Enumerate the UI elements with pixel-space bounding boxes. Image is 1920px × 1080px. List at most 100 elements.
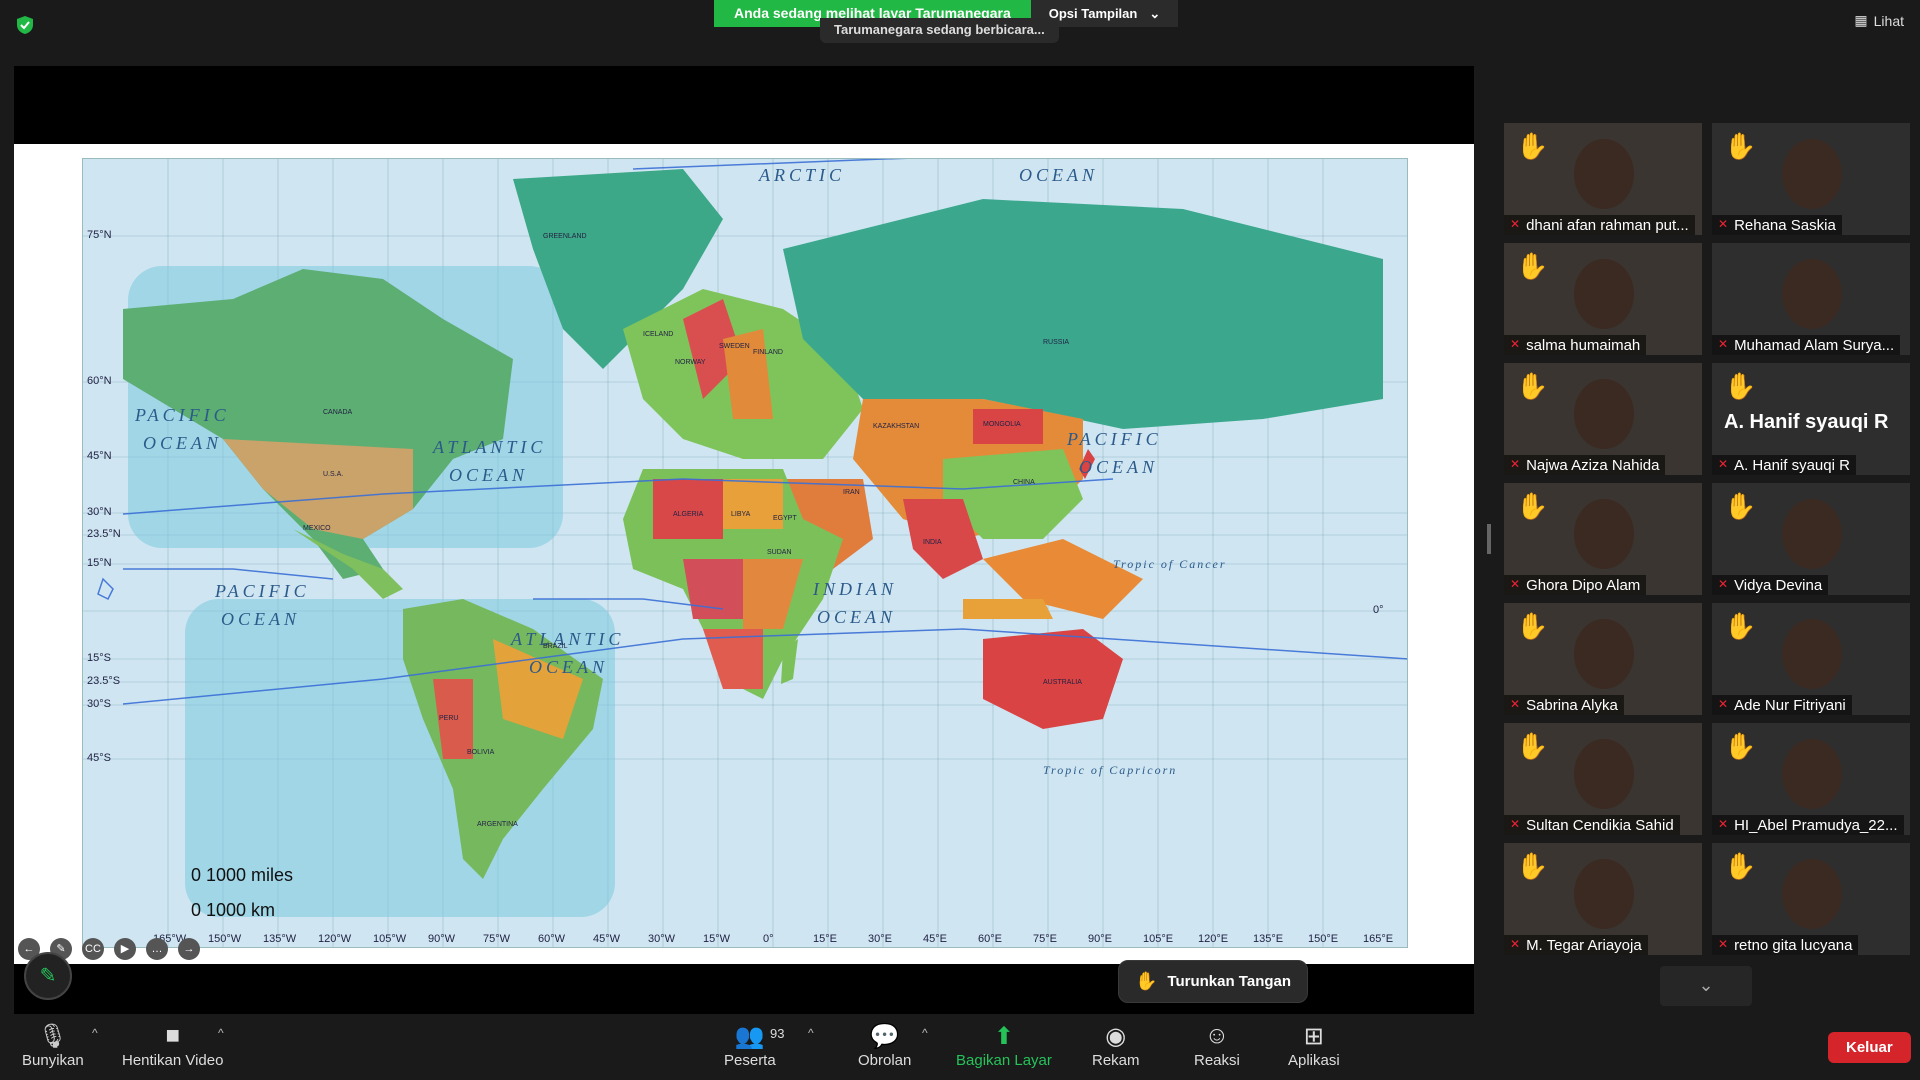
raised-hand-icon: ✋ <box>1724 851 1757 881</box>
participants-button[interactable]: 👥 Peserta <box>724 1022 776 1069</box>
participant-tile[interactable]: ✋ ✕ salma humaimah <box>1504 243 1702 355</box>
reactions-button[interactable]: ☺ Reaksi <box>1194 1022 1240 1069</box>
raised-hand-icon: ✋ <box>1516 851 1549 881</box>
slide: ARCTIC OCEAN PACIFIC OCEAN ATLANTIC OCEA… <box>14 144 1474 964</box>
ocean-label: PACIFIC <box>215 581 310 601</box>
record-button[interactable]: ◉ Rekam <box>1092 1022 1140 1069</box>
lower-hand-button[interactable]: ✋ Turunkan Tangan <box>1118 960 1309 1003</box>
country-label: MONGOLIA <box>983 421 1021 428</box>
forward-arrow-icon[interactable]: → <box>178 938 200 960</box>
participant-video <box>1574 379 1634 449</box>
shared-screen[interactable]: ARCTIC OCEAN PACIFIC OCEAN ATLANTIC OCEA… <box>14 66 1474 1014</box>
participant-name: Sultan Cendikia Sahid <box>1526 817 1674 834</box>
ocean-label: OCEAN <box>1019 165 1099 185</box>
lon-label: 15°E <box>813 933 837 945</box>
raised-hand-icon: ✋ <box>1724 371 1757 401</box>
audio-options-caret[interactable]: ^ <box>92 1026 98 1040</box>
video-options-caret[interactable]: ^ <box>218 1026 224 1040</box>
gallery-scroll-down-button[interactable]: ⌄ <box>1660 966 1752 1006</box>
record-icon: ◉ <box>1105 1023 1127 1050</box>
participant-tile[interactable]: ✋ ✕ M. Tegar Ariayoja <box>1504 843 1702 955</box>
raised-hand-icon: ✋ <box>1516 731 1549 761</box>
mic-muted-icon: ✕ <box>1510 697 1521 711</box>
view-button[interactable]: ▦ Lihat <box>1854 12 1904 29</box>
ocean-label: INDIAN <box>813 579 897 599</box>
participant-tile[interactable]: ✋ A. Hanif syauqi R ✕ A. Hanif syauqi R <box>1712 363 1910 475</box>
country-label: RUSSIA <box>1043 339 1070 346</box>
mic-muted-icon: ✕ <box>1718 937 1729 951</box>
lat-label: 30°S <box>87 698 111 710</box>
raised-hand-icon: ✋ <box>1516 251 1549 281</box>
ocean-label: OCEAN <box>143 433 223 453</box>
share-screen-label: Bagikan Layar <box>956 1052 1052 1069</box>
participant-tile[interactable]: ✋ ✕ Ade Nur Fitriyani <box>1712 603 1910 715</box>
participant-name-bar: ✕ Sabrina Alyka <box>1504 695 1624 715</box>
country-label: GREENLAND <box>543 233 587 240</box>
lat-label: 60°N <box>87 375 112 387</box>
chat-caret[interactable]: ^ <box>922 1026 928 1040</box>
participant-name-bar: ✕ A. Hanif syauqi R <box>1712 455 1856 475</box>
grid-icon: ▦ <box>1854 12 1868 28</box>
leave-button[interactable]: Keluar <box>1828 1032 1911 1063</box>
participant-tile[interactable]: ✋ ✕ retno gita lucyana <box>1712 843 1910 955</box>
participant-tile[interactable]: ✋ ✕ Rehana Saskia <box>1712 123 1910 235</box>
participant-tile[interactable]: ✕ Muhamad Alam Surya... <box>1712 243 1910 355</box>
participant-name: A. Hanif syauqi R <box>1734 457 1850 474</box>
stop-video-button[interactable]: ■ Hentikan Video <box>122 1022 223 1069</box>
unmute-button[interactable]: 🎙 Bunyikan <box>22 1022 84 1069</box>
lower-hand-label: Turunkan Tangan <box>1167 973 1292 990</box>
annotate-pen-button[interactable]: ✎ <box>24 952 72 1000</box>
meeting-toolbar: 🎙 Bunyikan ^ ■ Hentikan Video ^ 👥 Pesert… <box>0 1014 1920 1080</box>
lon-label: 90°E <box>1088 933 1112 945</box>
participant-name: retno gita lucyana <box>1734 937 1853 954</box>
participant-tile[interactable]: ✋ ✕ dhani afan rahman put... <box>1504 123 1702 235</box>
participant-tile[interactable]: ✋ ✕ Sabrina Alyka <box>1504 603 1702 715</box>
participants-caret[interactable]: ^ <box>808 1026 814 1040</box>
participant-video <box>1782 499 1842 569</box>
participant-tile[interactable]: ✋ ✕ Najwa Aziza Nahida <box>1504 363 1702 475</box>
participant-video <box>1574 139 1634 209</box>
chat-button[interactable]: 💬 Obrolan <box>858 1022 911 1069</box>
captions-icon[interactable]: CC <box>82 938 104 960</box>
participant-tile[interactable]: ✋ ✕ Vidya Devina <box>1712 483 1910 595</box>
more-icon[interactable]: … <box>146 938 168 960</box>
lon-label: 45°E <box>923 933 947 945</box>
lon-label: 165°E <box>1363 933 1394 945</box>
participant-tile[interactable]: ✋ ✕ HI_Abel Pramudya_22... <box>1712 723 1910 835</box>
apps-button[interactable]: ⊞ Aplikasi <box>1288 1022 1340 1069</box>
participants-icon: 👥 <box>734 1023 765 1050</box>
unmute-label: Bunyikan <box>22 1052 84 1069</box>
participant-name: Sabrina Alyka <box>1526 697 1618 714</box>
speaking-indicator: Tarumanegara sedang berbicara... <box>820 18 1059 43</box>
chat-icon: 💬 <box>869 1023 900 1050</box>
mic-muted-icon: ✕ <box>1718 217 1729 231</box>
participants-label: Peserta <box>724 1052 776 1069</box>
participant-name: HI_Abel Pramudya_22... <box>1734 817 1898 834</box>
lon-label: 105°E <box>1143 933 1174 945</box>
mic-muted-icon: ✕ <box>1510 217 1521 231</box>
security-shield-icon[interactable] <box>14 14 36 36</box>
tropic-capricorn-label: Tropic of Capricorn <box>1043 763 1178 777</box>
share-screen-button[interactable]: ⬆ Bagikan Layar <box>956 1022 1052 1069</box>
country-label: ARGENTINA <box>477 821 518 828</box>
gallery-resize-handle[interactable] <box>1487 524 1491 554</box>
view-button-label: Lihat <box>1873 12 1904 29</box>
scale-km: 0 1000 km <box>191 900 276 920</box>
lon-label: 75°E <box>1033 933 1057 945</box>
reactions-label: Reaksi <box>1194 1052 1240 1069</box>
country-label: BOLIVIA <box>467 749 495 756</box>
chat-label: Obrolan <box>858 1052 912 1069</box>
participant-name-bar: ✕ M. Tegar Ariayoja <box>1504 935 1648 955</box>
lon-label: 30°E <box>868 933 892 945</box>
ocean-label: ATLANTIC <box>433 437 547 457</box>
participant-count: 93 <box>770 1026 785 1041</box>
mic-muted-icon: ✕ <box>1718 697 1729 711</box>
country-label: LIBYA <box>731 511 751 518</box>
participant-name-bar: ✕ dhani afan rahman put... <box>1504 215 1695 235</box>
participant-tile[interactable]: ✋ ✕ Sultan Cendikia Sahid <box>1504 723 1702 835</box>
video-off-icon[interactable]: ▶ <box>114 938 136 960</box>
participant-tile[interactable]: ✋ ✕ Ghora Dipo Alam <box>1504 483 1702 595</box>
raised-hand-icon: ✋ <box>1516 371 1549 401</box>
country-label: IRAN <box>843 489 860 496</box>
ocean-label: OCEAN <box>1079 457 1159 477</box>
